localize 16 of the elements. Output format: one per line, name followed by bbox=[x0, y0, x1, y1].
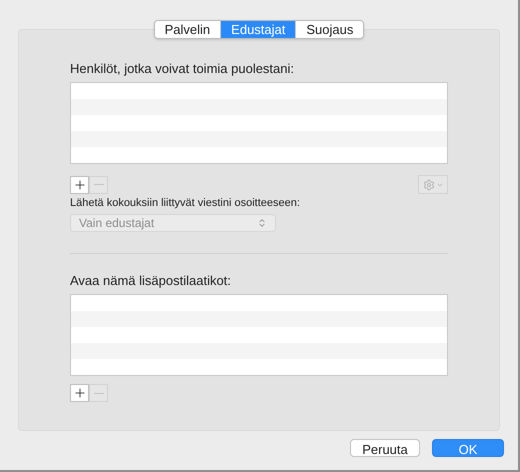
add-button[interactable] bbox=[70, 176, 89, 194]
updown-icon bbox=[257, 218, 267, 228]
add-button[interactable] bbox=[70, 384, 89, 402]
tab[interactable]: Suojaus bbox=[295, 21, 364, 38]
plus-icon bbox=[72, 386, 86, 400]
minus-icon bbox=[94, 184, 104, 185]
field-label: Lähetä kokouksiin liittyvät viestini osoitteeseen: bbox=[70, 196, 301, 210]
list-box[interactable] bbox=[70, 294, 448, 376]
section-label: Henkilöt, jotka voivat toimia puolestani: bbox=[70, 61, 296, 77]
plus-icon bbox=[72, 178, 86, 192]
tab[interactable]: Palvelin bbox=[154, 21, 220, 38]
gear-icon bbox=[422, 178, 434, 190]
section-label: Avaa nämä lisäpostilaatikot: bbox=[70, 273, 232, 289]
list-box[interactable] bbox=[70, 82, 448, 164]
minus-icon bbox=[94, 392, 104, 394]
cancel-button[interactable]: Peruuta bbox=[350, 439, 420, 457]
